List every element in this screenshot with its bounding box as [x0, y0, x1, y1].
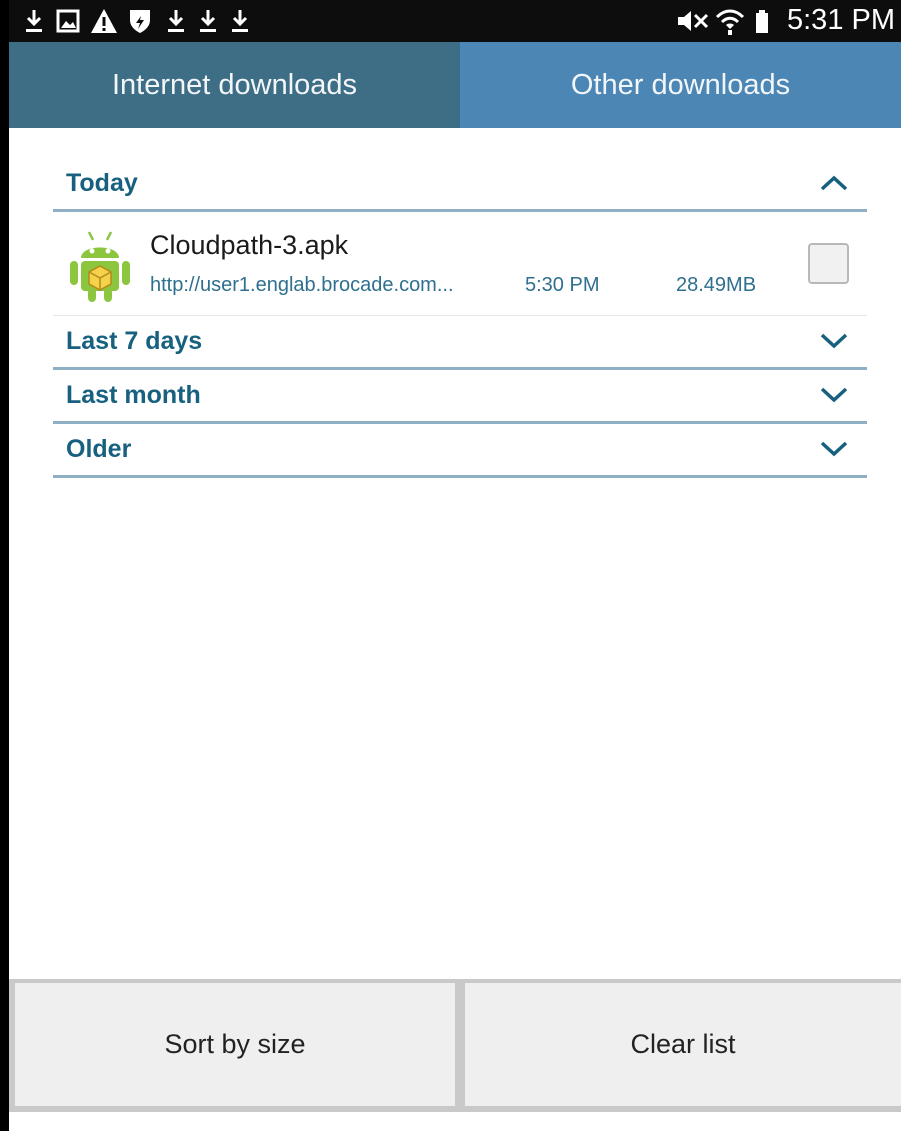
wifi-icon — [715, 9, 745, 35]
tab-internet-downloads[interactable]: Internet downloads — [9, 42, 460, 128]
section-label: Today — [66, 169, 138, 197]
download-list: Today Cloudpath-3.apk http://user1.engla… — [53, 158, 867, 478]
file-name: Cloudpath-3.apk — [150, 230, 349, 260]
section-label: Last 7 days — [66, 327, 203, 355]
chevron-down-icon — [820, 333, 848, 349]
mute-icon — [678, 11, 709, 31]
status-time: 5:31 PM — [787, 4, 895, 36]
section-label: Last month — [66, 381, 201, 409]
download-icon — [200, 10, 216, 32]
section-header-last-7-days[interactable]: Last 7 days — [53, 316, 867, 370]
tab-other-downloads[interactable]: Other downloads — [460, 42, 901, 128]
android-icon — [70, 231, 130, 302]
download-icon — [26, 10, 42, 32]
bottom-action-bar: Sort by size Clear list — [9, 979, 901, 1112]
file-size: 28.49MB — [676, 274, 757, 296]
section-header-last-month[interactable]: Last month — [53, 370, 867, 424]
warning-icon — [91, 9, 117, 33]
download-time: 5:30 PM — [525, 274, 600, 296]
battery-icon — [756, 10, 768, 33]
bottom-margin — [9, 1112, 901, 1131]
status-bar: 5:31 PM — [9, 0, 901, 42]
file-url: http://user1.englab.brocade.com... — [150, 274, 454, 296]
shield-icon — [130, 10, 150, 33]
select-checkbox[interactable] — [808, 243, 849, 284]
screen-edge — [0, 0, 9, 1131]
chevron-down-icon — [820, 387, 848, 403]
clear-list-button[interactable]: Clear list — [465, 983, 901, 1106]
sort-by-size-button[interactable]: Sort by size — [15, 983, 455, 1106]
section-header-today[interactable]: Today — [53, 158, 867, 212]
gallery-icon — [56, 9, 80, 33]
download-icon — [168, 10, 184, 32]
chevron-down-icon — [820, 441, 848, 457]
download-tabs: Internet downloads Other downloads — [9, 42, 901, 128]
chevron-up-icon — [820, 175, 848, 191]
section-header-older[interactable]: Older — [53, 424, 867, 478]
list-item[interactable]: Cloudpath-3.apk http://user1.englab.broc… — [53, 212, 867, 316]
download-icon — [232, 10, 248, 32]
section-label: Older — [66, 435, 132, 463]
